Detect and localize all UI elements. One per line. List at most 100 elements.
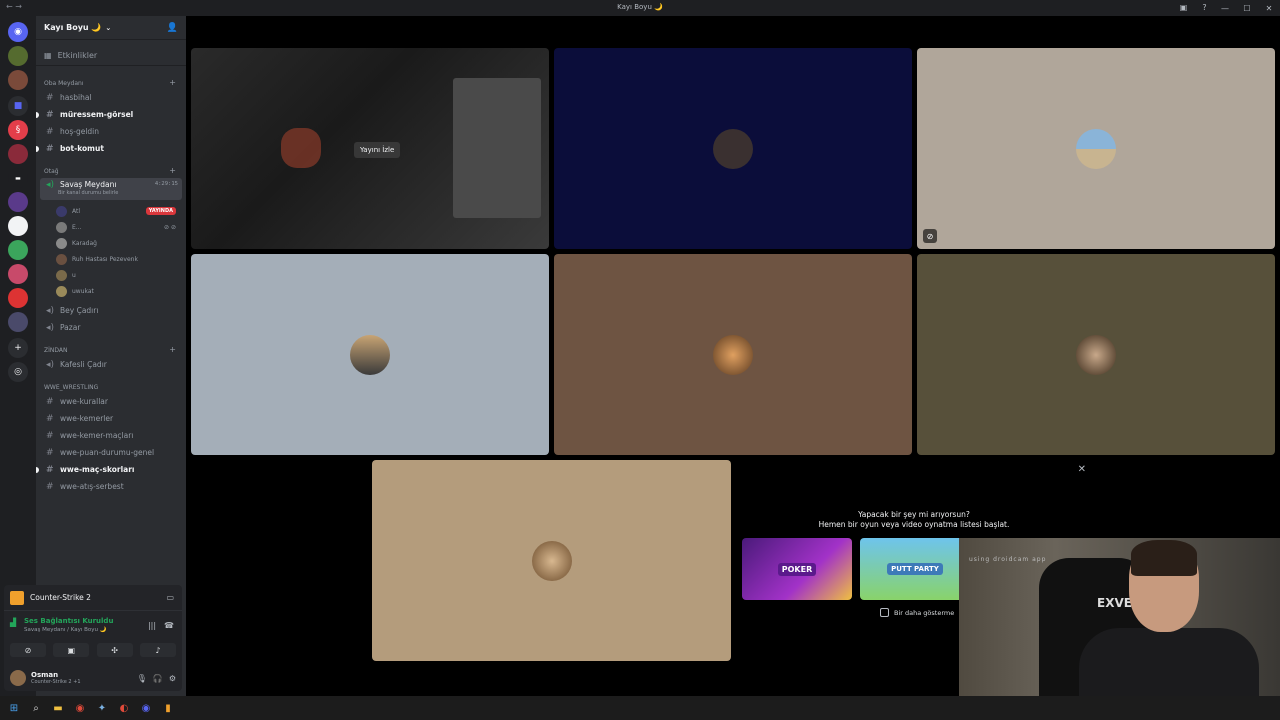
channel-wwe-kemerler[interactable]: # wwe-kemerler bbox=[40, 411, 182, 426]
dont-show-again[interactable]: Bir daha gösterme bbox=[880, 608, 954, 617]
participant-tile[interactable]: ⊘ bbox=[917, 48, 1275, 249]
voice-user[interactable]: E... ⊘ ⊘ bbox=[56, 220, 180, 234]
server-icon[interactable] bbox=[8, 144, 28, 164]
game-activity[interactable]: Counter-Strike 2 ▭ bbox=[4, 585, 182, 611]
close-icon[interactable]: ✕ bbox=[1078, 464, 1086, 475]
channel-bot-komut[interactable]: # bot-komut bbox=[36, 141, 182, 156]
add-channel-icon[interactable]: + bbox=[169, 78, 176, 87]
help-icon[interactable]: ? bbox=[1199, 2, 1210, 13]
add-channel-icon[interactable]: + bbox=[169, 345, 176, 354]
activities-button[interactable]: ✣ bbox=[96, 643, 133, 657]
voice-user[interactable]: uwukat bbox=[56, 284, 180, 298]
app-icon[interactable]: ✦ bbox=[94, 700, 110, 716]
participant-tile[interactable] bbox=[917, 254, 1275, 455]
channel-label: wwe-kurallar bbox=[60, 397, 108, 406]
watch-stream-button[interactable]: Yayını İzle bbox=[354, 142, 401, 158]
channel-wwe-mac-skorlari[interactable]: # wwe-maç-skorları bbox=[36, 462, 182, 477]
participant-tile[interactable] bbox=[372, 460, 731, 661]
chrome-icon[interactable]: ◉ bbox=[72, 700, 88, 716]
screen-share-icon[interactable]: ▭ bbox=[166, 593, 174, 602]
channel-wwe-atis[interactable]: # wwe-atış-serbest bbox=[40, 479, 182, 494]
channel-wwe-kemer-maclari[interactable]: # wwe-kemer-maçları bbox=[40, 428, 182, 443]
channel-wwe-kurallar[interactable]: # wwe-kurallar bbox=[40, 394, 182, 409]
add-member-icon[interactable]: 👤 bbox=[167, 23, 178, 33]
server-icon[interactable] bbox=[8, 216, 28, 236]
discord-icon[interactable]: ◉ bbox=[138, 700, 154, 716]
close-window-button[interactable]: ✕ bbox=[1258, 0, 1280, 16]
checkbox[interactable] bbox=[880, 608, 889, 617]
game-icon bbox=[10, 590, 24, 605]
avatar bbox=[713, 334, 753, 375]
avatar bbox=[56, 269, 67, 281]
hash-icon: # bbox=[46, 126, 54, 137]
server-icon[interactable] bbox=[8, 288, 28, 308]
voice-channel-bey-cadiri[interactable]: ◂) Bey Çadırı bbox=[40, 303, 182, 318]
muted-icon: ⊘ bbox=[923, 229, 937, 243]
participant-tile[interactable] bbox=[554, 48, 912, 249]
server-icon[interactable] bbox=[8, 264, 28, 284]
avatar[interactable] bbox=[10, 670, 26, 686]
channel-wwe-puan[interactable]: # wwe-puan-durumu-genel bbox=[40, 445, 182, 460]
participant-tile[interactable] bbox=[191, 254, 549, 455]
channel-hos-geldin[interactable]: # hoş-geldin bbox=[40, 124, 182, 139]
voice-user-name: uwukat bbox=[72, 287, 94, 295]
settings-gear-icon[interactable]: ⚙ bbox=[169, 674, 176, 683]
server-icon[interactable] bbox=[8, 312, 28, 332]
minimize-button[interactable]: — bbox=[1214, 0, 1236, 16]
voice-user-name: Ruh Hastası Pezevenk bbox=[72, 255, 138, 263]
windows-start-icon[interactable]: ⊞ bbox=[6, 700, 22, 716]
file-explorer-icon[interactable]: ▬ bbox=[50, 700, 66, 716]
server-icon[interactable] bbox=[8, 192, 28, 212]
channel-hasbihal[interactable]: # hasbihal bbox=[40, 90, 182, 105]
maximize-button[interactable]: ☐ bbox=[1236, 0, 1258, 16]
counter-strike-icon[interactable]: ▮ bbox=[160, 700, 176, 716]
user-status: Counter-Strike 2 +1 bbox=[31, 679, 81, 685]
discord-home-icon[interactable]: ◉ bbox=[8, 22, 28, 42]
inbox-icon[interactable]: ▣ bbox=[1178, 2, 1189, 13]
folder-icon[interactable]: ■ bbox=[8, 96, 28, 116]
microphone-icon[interactable]: 🎙 bbox=[137, 674, 147, 683]
category-oba[interactable]: Oba Meydanı bbox=[44, 80, 84, 87]
poker-activity-card[interactable]: POKER bbox=[742, 538, 852, 600]
channel-status[interactable]: Bir kanal durumu belirle bbox=[58, 190, 118, 196]
channel-muressem[interactable]: # müressem-görsel bbox=[36, 107, 182, 122]
server-icon[interactable]: ▬ bbox=[8, 168, 28, 188]
voice-user[interactable]: u bbox=[56, 268, 180, 282]
putt-party-activity-card[interactable]: PUTT PARTY bbox=[860, 538, 970, 600]
events-label: Etkinlikler bbox=[57, 51, 98, 60]
voice-channel-kafesli[interactable]: ◂) Kafesli Çadır bbox=[40, 357, 182, 372]
voice-user[interactable]: Atl YAYINDA bbox=[56, 204, 180, 218]
disconnect-icon[interactable]: ☎ bbox=[164, 621, 174, 630]
voice-user[interactable]: Ruh Hastası Pezevenk bbox=[56, 252, 180, 266]
events-row[interactable]: ▦ Etkinlikler bbox=[36, 46, 186, 66]
category-otag[interactable]: Otağ bbox=[44, 168, 59, 175]
share-screen-button[interactable]: ▣ bbox=[53, 643, 90, 657]
soundboard-button[interactable]: ♪ bbox=[139, 643, 176, 657]
voice-channel-pazar[interactable]: ◂) Pazar bbox=[40, 320, 182, 335]
server-icon[interactable] bbox=[8, 70, 28, 90]
explore-icon[interactable]: ◎ bbox=[8, 362, 28, 382]
noise-suppression-icon[interactable]: ||| bbox=[148, 621, 156, 630]
camera-off-button[interactable]: ⊘ bbox=[10, 643, 46, 657]
app-icon[interactable]: ◐ bbox=[116, 700, 132, 716]
voice-channel-savas[interactable]: ◂) Savaş Meydanı 4:29:15 Bir kanal durum… bbox=[40, 178, 182, 200]
category-zindan[interactable]: ZİNDAN bbox=[44, 347, 67, 354]
voice-user-name: u bbox=[72, 271, 76, 279]
avatar bbox=[350, 334, 390, 375]
participant-tile[interactable] bbox=[554, 254, 912, 455]
server-icon[interactable] bbox=[8, 46, 28, 66]
user-panel: Counter-Strike 2 ▭ ▟ Ses Bağlantısı Kuru… bbox=[4, 585, 182, 691]
server-header[interactable]: Kayı Boyu 🌙 ⌄ 👤 bbox=[36, 16, 186, 40]
add-server-icon[interactable]: + bbox=[8, 338, 28, 358]
category-wwe[interactable]: WWE_WRESTLING bbox=[44, 384, 98, 391]
channel-label: wwe-puan-durumu-genel bbox=[60, 448, 155, 457]
activity-card-label: PUTT PARTY bbox=[887, 563, 943, 575]
add-channel-icon[interactable]: + bbox=[169, 166, 176, 175]
server-icon[interactable]: § bbox=[8, 120, 28, 140]
search-icon[interactable]: ⌕ bbox=[28, 700, 44, 716]
speaker-icon: ◂) bbox=[46, 180, 55, 190]
headphones-icon[interactable]: 🎧 bbox=[153, 674, 163, 683]
stream-tile[interactable]: Yayını İzle bbox=[191, 48, 549, 249]
voice-user[interactable]: Karadağ bbox=[56, 236, 180, 250]
server-icon[interactable] bbox=[8, 240, 28, 260]
